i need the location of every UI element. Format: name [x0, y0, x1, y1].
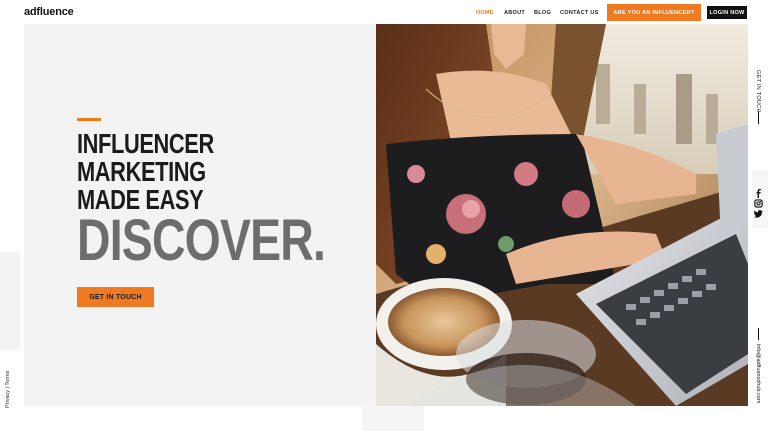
site-header: adfluence HOME ABOUT BLOG CONTACT US ARE…: [0, 0, 768, 24]
side-email-link[interactable]: info@adfluencehub.com: [755, 344, 761, 403]
hero-highlight: DISCOVER.: [77, 208, 326, 273]
terms-link[interactable]: Terms: [5, 371, 11, 386]
side-get-in-touch-link[interactable]: GET IN TOUCH: [755, 70, 761, 113]
twitter-icon[interactable]: [754, 209, 763, 218]
left-ghost-panel: [0, 252, 20, 350]
instagram-icon[interactable]: [754, 199, 763, 208]
side-divider: [758, 112, 759, 124]
headline-line-2: MARKETING: [77, 156, 206, 187]
get-in-touch-button[interactable]: GET IN TOUCH: [77, 287, 154, 307]
hero-headline: INFLUENCER MARKETING MADE EASY: [77, 130, 214, 214]
privacy-separator: |: [5, 385, 11, 390]
influencer-button[interactable]: ARE YOU AN INFLUENCER?: [607, 4, 701, 21]
privacy-link[interactable]: Privacy: [5, 390, 11, 408]
facebook-icon[interactable]: [754, 189, 763, 198]
logo[interactable]: adfluence: [24, 6, 74, 18]
accent-bar: [77, 118, 101, 121]
side-divider-2: [758, 328, 759, 340]
nav-blog[interactable]: BLOG: [534, 10, 551, 16]
login-button[interactable]: LOGIN NOW: [707, 6, 747, 19]
woman-laptop-image: [376, 24, 748, 406]
privacy-terms-links: Privacy | Terms: [5, 371, 11, 408]
bottom-ghost-panel: [362, 406, 424, 431]
headline-line-1: INFLUENCER: [77, 128, 214, 159]
nav-contact-us[interactable]: CONTACT US: [560, 10, 599, 16]
hero-photo: [376, 24, 748, 406]
nav-about[interactable]: ABOUT: [504, 10, 525, 16]
nav-home[interactable]: HOME: [476, 10, 494, 16]
